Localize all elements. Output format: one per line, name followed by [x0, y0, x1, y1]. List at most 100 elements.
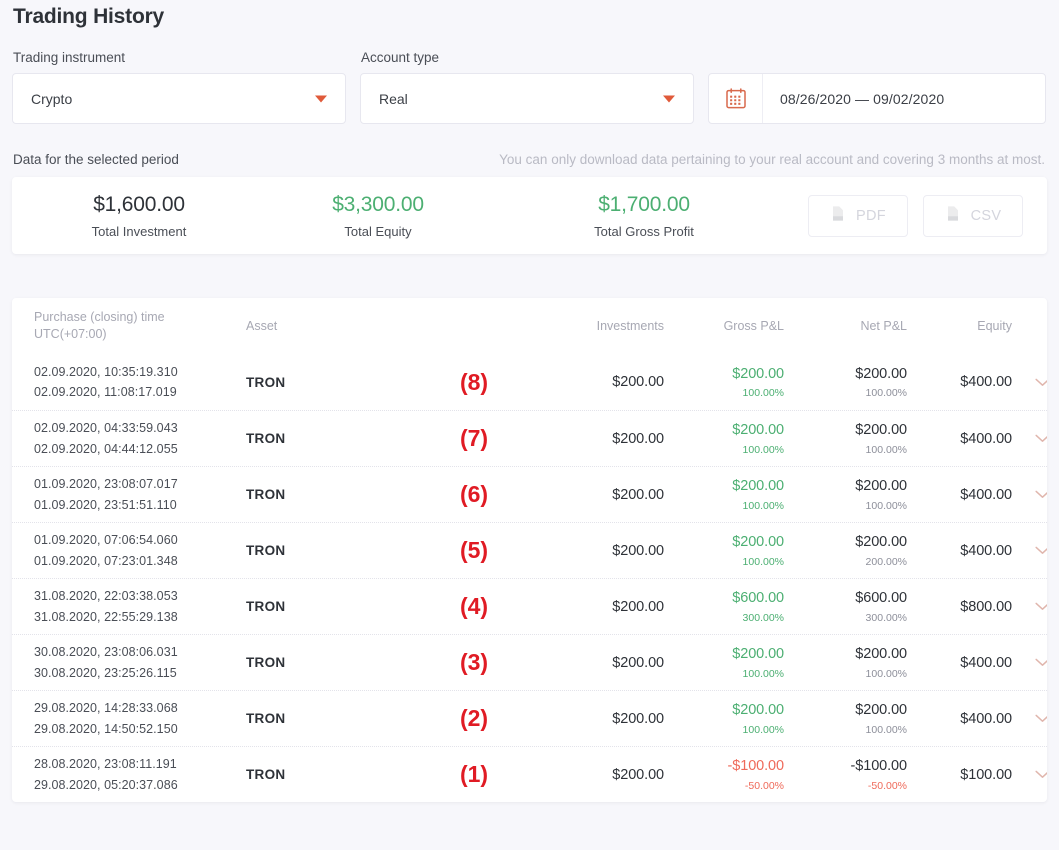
table-row[interactable]: 02.09.2020, 10:35:19.310 02.09.2020, 11:… — [12, 354, 1047, 410]
cell-equity: $400.00 — [960, 710, 1012, 727]
column-header-net-pl: Net P&L — [860, 318, 907, 333]
trading-instrument-select[interactable]: Crypto — [12, 73, 346, 124]
close-time: 01.09.2020, 23:51:51.110 — [34, 497, 177, 512]
close-time: 29.08.2020, 05:20:37.086 — [34, 777, 178, 792]
download-csv-button[interactable]: CSV — [923, 194, 1023, 237]
table-row[interactable]: 28.08.2020, 23:08:11.191 29.08.2020, 05:… — [12, 746, 1047, 802]
net-amount: $200.00 — [855, 365, 907, 382]
close-time: 30.08.2020, 23:25:26.115 — [34, 665, 177, 680]
stat-value: $1,700.00 — [598, 192, 690, 216]
gross-amount: $200.00 — [732, 646, 784, 663]
cell-net-pl: $200.00 100.00% — [784, 421, 907, 455]
net-amount: $200.00 — [855, 646, 907, 663]
trading-instrument-value: Crypto — [31, 90, 73, 107]
summary-heading: Data for the selected period — [13, 152, 179, 167]
net-amount: $200.00 — [855, 702, 907, 719]
cell-equity: $400.00 — [960, 542, 1012, 559]
cell-investments: $200.00 — [612, 542, 664, 559]
stat-label: Total Investment — [91, 223, 187, 239]
table-row[interactable]: 30.08.2020, 23:08:06.031 30.08.2020, 23:… — [12, 634, 1047, 690]
expand-row-chevron-down-icon[interactable] — [1012, 602, 1047, 611]
cell-net-pl: $200.00 200.00% — [784, 533, 907, 567]
cell-gross-pl: $200.00 100.00% — [664, 645, 784, 679]
net-amount: -$100.00 — [850, 758, 908, 775]
open-time: 31.08.2020, 22:03:38.053 — [34, 589, 178, 604]
cell-time: 01.09.2020, 07:06:54.060 01.09.2020, 07:… — [34, 530, 246, 571]
net-amount: $200.00 — [855, 534, 907, 551]
cell-gross-pl: $200.00 100.00% — [664, 533, 784, 567]
account-type-select[interactable]: Real — [360, 73, 694, 124]
close-time: 29.08.2020, 14:50:52.150 — [34, 721, 178, 736]
summary-header: Data for the selected period You can onl… — [12, 152, 1047, 177]
table-row[interactable]: 02.09.2020, 04:33:59.043 02.09.2020, 04:… — [12, 410, 1047, 466]
expand-row-chevron-down-icon[interactable] — [1012, 490, 1047, 499]
cell-net-pl: $200.00 100.00% — [784, 477, 907, 511]
gross-amount: $200.00 — [732, 478, 784, 495]
expand-row-chevron-down-icon[interactable] — [1012, 546, 1047, 555]
cell-net-pl: $200.00 100.00% — [784, 365, 907, 399]
column-header-time: Purchase (closing) time UTC(+07:00) — [34, 310, 165, 341]
expand-row-chevron-down-icon[interactable] — [1012, 378, 1047, 387]
row-annotation-marker: (8) — [459, 368, 489, 395]
cell-investments: $200.00 — [612, 430, 664, 447]
file-icon — [830, 205, 846, 227]
cell-asset: TRON — [246, 487, 286, 502]
table-row[interactable]: 29.08.2020, 14:28:33.068 29.08.2020, 14:… — [12, 690, 1047, 746]
net-amount: $600.00 — [855, 590, 907, 607]
cell-gross-pl: $200.00 100.00% — [664, 365, 784, 399]
table-body: 02.09.2020, 10:35:19.310 02.09.2020, 11:… — [12, 354, 1047, 802]
table-row[interactable]: 01.09.2020, 23:08:07.017 01.09.2020, 23:… — [12, 466, 1047, 522]
gross-amount: -$100.00 — [727, 758, 785, 775]
open-time: 30.08.2020, 23:08:06.031 — [34, 645, 178, 660]
gross-amount: $600.00 — [732, 590, 784, 607]
calendar-icon — [709, 74, 763, 123]
summary-section: Data for the selected period You can onl… — [12, 152, 1047, 254]
date-range-picker[interactable]: 08/26/2020 — 09/02/2020 — [708, 73, 1046, 124]
stat-total-gross-profit: $1,700.00 Total Gross Profit — [534, 193, 754, 239]
row-annotation-marker: (1) — [459, 761, 489, 787]
expand-row-chevron-down-icon[interactable] — [1012, 658, 1047, 667]
expand-row-chevron-down-icon[interactable] — [1012, 714, 1047, 723]
cell-investments: $200.00 — [612, 598, 664, 615]
column-header-equity: Equity — [977, 318, 1012, 333]
table-row[interactable]: 01.09.2020, 07:06:54.060 01.09.2020, 07:… — [12, 522, 1047, 578]
trading-history-page: Trading History Trading instrument Crypt… — [0, 0, 1059, 850]
chevron-down-icon — [315, 95, 327, 102]
cell-gross-pl: $200.00 100.00% — [664, 477, 784, 511]
close-time: 31.08.2020, 22:55:29.138 — [34, 609, 178, 624]
download-pdf-label: PDF — [856, 207, 886, 224]
gross-percent: 100.00% — [742, 387, 784, 400]
net-percent: -50.00% — [867, 779, 907, 792]
cell-investments: $200.00 — [612, 374, 664, 390]
cell-time: 01.09.2020, 23:08:07.017 01.09.2020, 23:… — [34, 474, 246, 515]
net-percent: 200.00% — [865, 555, 907, 568]
expand-row-chevron-down-icon[interactable] — [1012, 770, 1047, 779]
gross-amount: $200.00 — [732, 534, 784, 551]
cell-asset: TRON — [246, 431, 286, 446]
row-annotation-marker: (5) — [459, 537, 489, 563]
table-row[interactable]: 31.08.2020, 22:03:38.053 31.08.2020, 22:… — [12, 578, 1047, 634]
chevron-down-icon — [663, 95, 675, 102]
cell-time: 31.08.2020, 22:03:38.053 31.08.2020, 22:… — [34, 586, 246, 627]
row-annotation-marker: (7) — [459, 425, 489, 451]
net-percent: 100.00% — [865, 723, 907, 736]
close-time: 01.09.2020, 07:23:01.348 — [34, 553, 178, 568]
open-time: 02.09.2020, 04:33:59.043 — [34, 421, 178, 436]
cell-equity: $100.00 — [960, 766, 1012, 783]
open-time: 01.09.2020, 23:08:07.017 — [34, 477, 178, 492]
cell-investments: $200.00 — [612, 766, 664, 783]
column-header-asset: Asset — [246, 318, 278, 333]
download-notice: You can only download data pertaining to… — [499, 152, 1045, 167]
cell-investments: $200.00 — [612, 710, 664, 727]
download-pdf-button[interactable]: PDF — [808, 194, 908, 237]
trading-history-table: Purchase (closing) time UTC(+07:00) Asse… — [12, 298, 1047, 802]
row-annotation-marker: (3) — [459, 649, 489, 675]
open-time: 01.09.2020, 07:06:54.060 — [34, 533, 178, 548]
account-type-label: Account type — [361, 50, 440, 65]
cell-time: 02.09.2020, 04:33:59.043 02.09.2020, 04:… — [34, 418, 246, 459]
expand-row-chevron-down-icon[interactable] — [1012, 434, 1047, 443]
cell-asset: TRON — [246, 711, 286, 726]
column-header-investments: Investments — [596, 318, 664, 333]
cell-equity: $400.00 — [960, 486, 1012, 503]
filter-bar: Trading instrument Crypto Account type R… — [12, 50, 1047, 124]
